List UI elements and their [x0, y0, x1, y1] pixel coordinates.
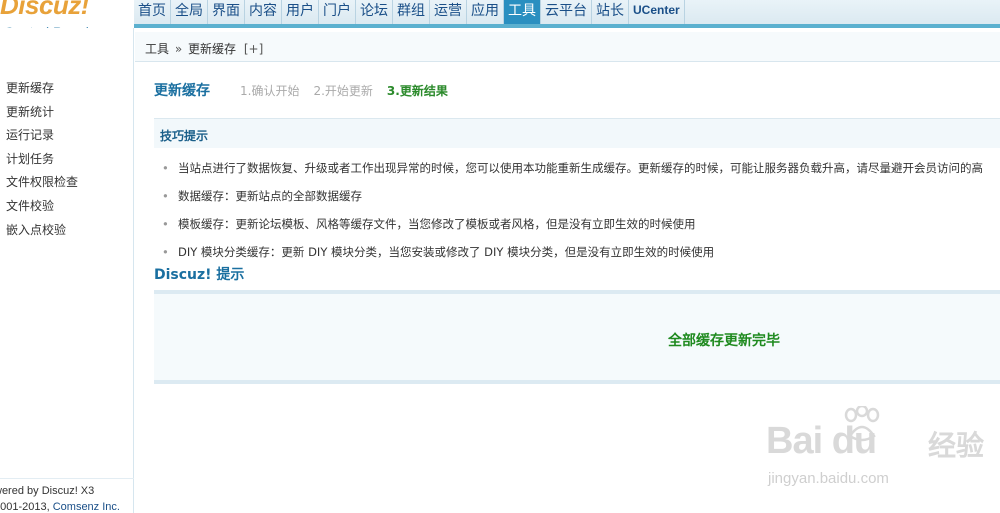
nav-cloud[interactable]: 云平台 [541, 0, 592, 24]
top-header: Discuz! Control Panel 首页 全局 界面 内容 用户 门户 … [0, 0, 1000, 40]
nav-tools[interactable]: 工具 [504, 0, 541, 24]
nav-home[interactable]: 首页 [134, 0, 171, 24]
watermark-url: jingyan.baidu.com [768, 470, 889, 487]
notice-box: 全部缓存更新完毕 [154, 290, 1000, 384]
watermark-brand: Bai du [766, 420, 877, 462]
tip-item: DIY 模块分类缓存：更新 DIY 模块分类，当您安装或修改了 DIY 模块分类… [162, 242, 983, 270]
powered-by: wered by Discuz! X3 [0, 485, 95, 497]
watermark-cn: 经验 [928, 429, 985, 462]
nav-groups[interactable]: 群组 [393, 0, 430, 24]
notice-title: Discuz! 提示 [154, 267, 245, 283]
tip-item: 数据缓存：更新站点的全部数据缓存 [162, 186, 983, 214]
sidebar-menu: 更新缓存 更新统计 运行记录 计划任务 文件权限检查 文件校验 嵌入点校验 [6, 78, 78, 243]
success-message: 全部缓存更新完毕 [668, 333, 780, 349]
nav-ucenter[interactable]: UCenter [629, 0, 685, 24]
copyright: 2001-2013, Comsenz Inc. [0, 501, 134, 513]
nav-content[interactable]: 内容 [245, 0, 282, 24]
nav-apps[interactable]: 应用 [467, 0, 504, 24]
sidebar-item-scheduled-tasks[interactable]: 计划任务 [6, 149, 78, 173]
step-result: 3.更新结果 [386, 84, 448, 98]
breadcrumb-root[interactable]: 工具 [145, 42, 169, 56]
title-row: 更新缓存 1.确认开始 2.开始更新 3.更新结果 [154, 80, 462, 100]
nav-operations[interactable]: 运营 [430, 0, 467, 24]
sidebar-item-hook-verify[interactable]: 嵌入点校验 [6, 220, 78, 244]
tips-header: 技巧提示 [154, 118, 1000, 148]
nav-webmaster[interactable]: 站长 [592, 0, 629, 24]
sidebar: 更新缓存 更新统计 运行记录 计划任务 文件权限检查 文件校验 嵌入点校验 we… [0, 28, 134, 513]
tips-box: 技巧提示 当站点进行了数据恢复、升级或者工作出现异常的时候，您可以使用本功能重新… [154, 118, 1000, 262]
nav-interface[interactable]: 界面 [208, 0, 245, 24]
breadcrumb-bar: 工具 » 更新缓存 [+] [135, 32, 1000, 62]
copyright-years: 2001-2013, [0, 501, 50, 513]
tip-item: 模板缓存：更新论坛模板、风格等缓存文件，当您修改了模板或者风格，但是没有立即生效… [162, 214, 983, 242]
nav-portal[interactable]: 门户 [319, 0, 356, 24]
copyright-brand-link[interactable]: Comsenz Inc. [53, 501, 120, 513]
nav-global[interactable]: 全局 [171, 0, 208, 24]
baidu-watermark: Bai du 经验 jingyan.baidu.com [760, 400, 1000, 500]
main-nav: 首页 全局 界面 内容 用户 门户 论坛 群组 运营 应用 工具 云平台 站长 … [134, 0, 685, 24]
page-title: 更新缓存 [154, 83, 210, 99]
nav-forum[interactable]: 论坛 [356, 0, 393, 24]
breadcrumb: 工具 » 更新缓存 [+] [145, 40, 263, 57]
nav-accent-line [134, 24, 1000, 28]
step-updating: 2.开始更新 [313, 84, 373, 98]
sidebar-item-run-log[interactable]: 运行记录 [6, 125, 78, 149]
breadcrumb-current: 更新缓存 [188, 42, 237, 56]
nav-users[interactable]: 用户 [282, 0, 319, 24]
sidebar-item-file-permission-check[interactable]: 文件权限检查 [6, 172, 78, 196]
tips-title: 技巧提示 [160, 129, 209, 143]
tip-item: 当站点进行了数据恢复、升级或者工作出现异常的时候，您可以使用本功能重新生成缓存。… [162, 158, 983, 186]
sidebar-item-file-verify[interactable]: 文件校验 [6, 196, 78, 220]
logo-text: Discuz! [0, 0, 89, 20]
breadcrumb-separator: » [174, 42, 183, 56]
sidebar-item-update-cache[interactable]: 更新缓存 [6, 78, 78, 102]
sidebar-item-update-stats[interactable]: 更新统计 [6, 102, 78, 126]
add-to-favorites-button[interactable]: [+] [244, 42, 263, 56]
tips-list: 当站点进行了数据恢复、升级或者工作出现异常的时候，您可以使用本功能重新生成缓存。… [162, 158, 983, 270]
sidebar-footer: wered by Discuz! X3 2001-2013, Comsenz I… [0, 478, 134, 513]
step-confirm: 1.确认开始 [240, 84, 300, 98]
